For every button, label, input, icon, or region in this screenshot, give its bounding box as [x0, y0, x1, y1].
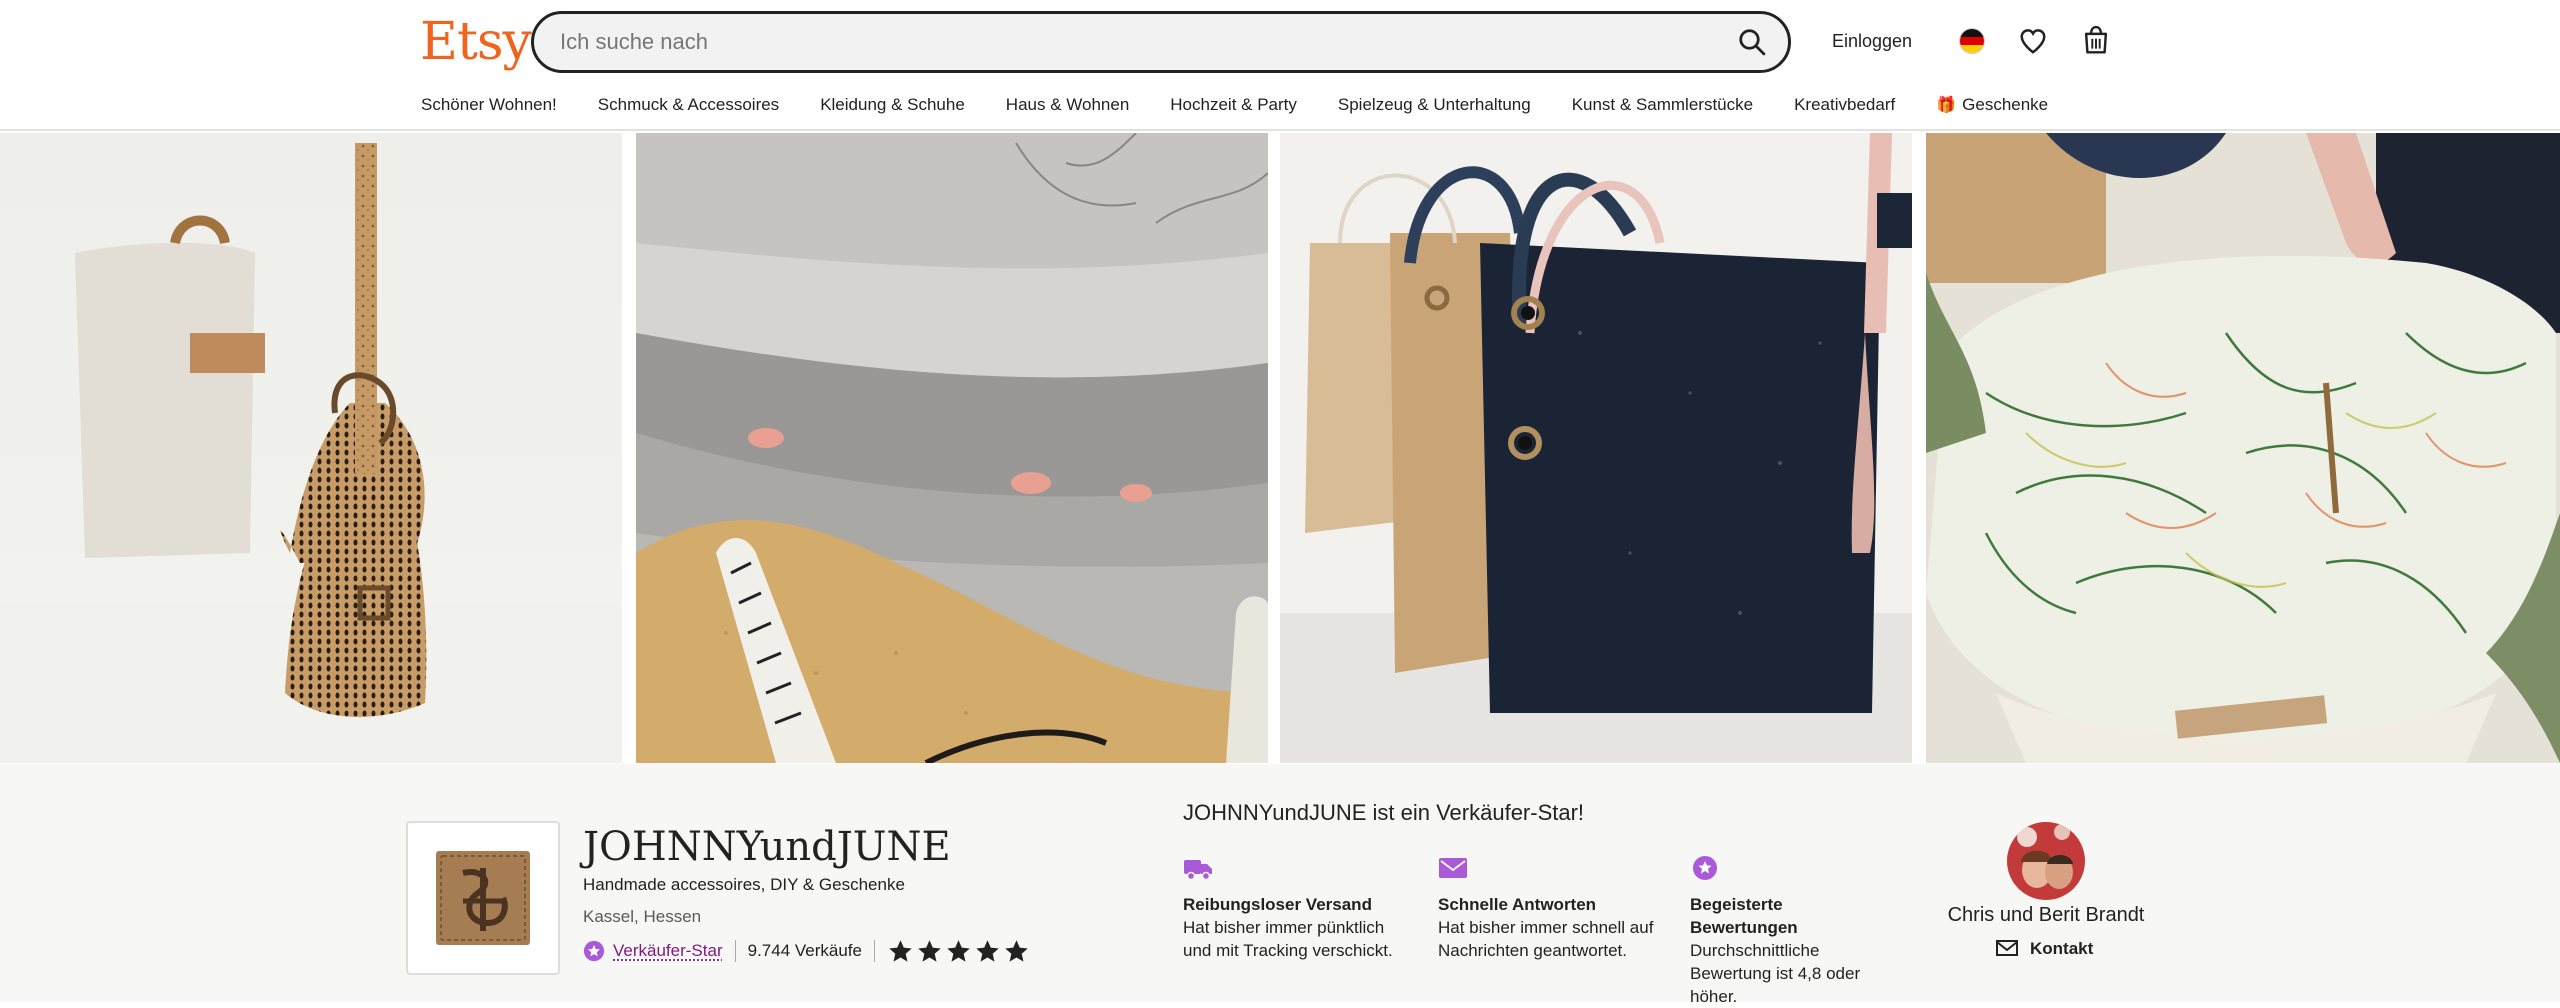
nav-item-geschenke-label: Geschenke	[1962, 95, 2049, 114]
rating-stars[interactable]	[887, 938, 1030, 965]
shop-banner	[0, 133, 2560, 763]
banner-image-4	[1926, 133, 2560, 763]
owner-avatar[interactable]	[2007, 822, 2085, 900]
star-seller-label: Verkäufer-Star	[613, 941, 723, 960]
feature-desc: Hat bisher immer schnell auf Nachrichten…	[1438, 918, 1654, 960]
shop-logo-icon	[436, 851, 530, 945]
heart-icon[interactable]	[2018, 26, 2048, 56]
feature-title: Reibungsloser Versand	[1183, 895, 1372, 914]
shop-location: Kassel, Hessen	[583, 907, 702, 926]
truck-icon	[1184, 860, 1212, 881]
cart-icon[interactable]	[2081, 24, 2111, 56]
star-seller-link[interactable]: Verkäufer-Star	[583, 940, 723, 962]
shop-tagline: Handmade accessoires, DIY & Geschenke	[583, 875, 905, 894]
contact-label: Kontakt	[2030, 939, 2094, 958]
germany-flag-icon[interactable]	[1959, 28, 1985, 54]
star-seller-badge-icon	[583, 940, 605, 962]
banner-image-3	[1280, 133, 1912, 763]
contact-button[interactable]: Kontakt	[1996, 939, 2093, 959]
nav-item-spielzeug[interactable]: Spielzeug & Unterhaltung	[1338, 91, 1531, 119]
search-button[interactable]	[1732, 22, 1772, 62]
star-icon	[918, 939, 941, 962]
search-bar	[531, 11, 1791, 73]
feature-responses: Schnelle Antworten Hat bisher immer schn…	[1438, 854, 1668, 962]
login-button[interactable]: Einloggen	[1822, 26, 1922, 56]
star-badge-icon	[1693, 856, 1717, 880]
nav-item-kreativbedarf[interactable]: Kreativbedarf	[1794, 91, 1895, 119]
star-seller-heading: JOHNNYundJUNE ist ein Verkäufer-Star!	[1183, 800, 1585, 825]
gift-icon: 🎁	[1936, 97, 1957, 114]
nav-item-schmuck[interactable]: Schmuck & Accessoires	[598, 91, 779, 119]
star-icon	[947, 939, 970, 962]
star-icon	[889, 939, 912, 962]
feature-desc: Hat bisher immer pünktlich und mit Track…	[1183, 918, 1393, 960]
category-nav: Schöner Wohnen! Schmuck & Accessoires Kl…	[421, 91, 2089, 119]
shop-name: JOHNNYundJUNE	[583, 824, 951, 870]
feature-shipping: Reibungsloser Versand Hat bisher immer p…	[1183, 854, 1413, 962]
shop-meta-row: Verkäufer-Star 9.744 Verkäufe	[583, 936, 1030, 966]
sales-count: 9.744 Verkäufe	[747, 941, 862, 960]
banner-image-2	[636, 133, 1268, 763]
shop-avatar[interactable]	[406, 821, 560, 975]
search-input[interactable]	[560, 14, 1710, 70]
banner-image-1	[0, 133, 622, 763]
site-header: Etsy Einloggen Schöner Wohnen! Schmuck &…	[0, 0, 2560, 131]
nav-item-geschenke[interactable]: 🎁 Geschenke	[1936, 91, 2048, 119]
feature-title: Schnelle Antworten	[1438, 895, 1597, 914]
star-icon	[1005, 939, 1028, 962]
feature-reviews: Begeisterte Bewertungen Durchschnittlich…	[1690, 854, 1890, 1008]
mail-icon	[1439, 858, 1467, 878]
etsy-logo[interactable]: Etsy	[420, 12, 532, 72]
search-icon	[1739, 29, 1766, 56]
nav-item-schoener-wohnen[interactable]: Schöner Wohnen!	[421, 91, 557, 119]
shop-info-section: JOHNNYundJUNE Handmade accessoires, DIY …	[0, 764, 2560, 1006]
nav-item-kleidung[interactable]: Kleidung & Schuhe	[820, 91, 965, 119]
star-icon	[976, 939, 999, 962]
feature-title: Begeisterte Bewertungen	[1690, 895, 1798, 937]
nav-item-haus[interactable]: Haus & Wohnen	[1006, 91, 1129, 119]
mail-icon	[1996, 940, 2018, 956]
nav-item-kunst[interactable]: Kunst & Sammlerstücke	[1572, 91, 1753, 119]
nav-item-hochzeit[interactable]: Hochzeit & Party	[1170, 91, 1297, 119]
divider	[873, 940, 875, 962]
owner-name: Chris und Berit Brandt	[1947, 904, 2145, 926]
feature-desc: Durchschnittliche Bewertung ist 4,8 oder…	[1690, 941, 1861, 1006]
divider	[734, 940, 736, 962]
